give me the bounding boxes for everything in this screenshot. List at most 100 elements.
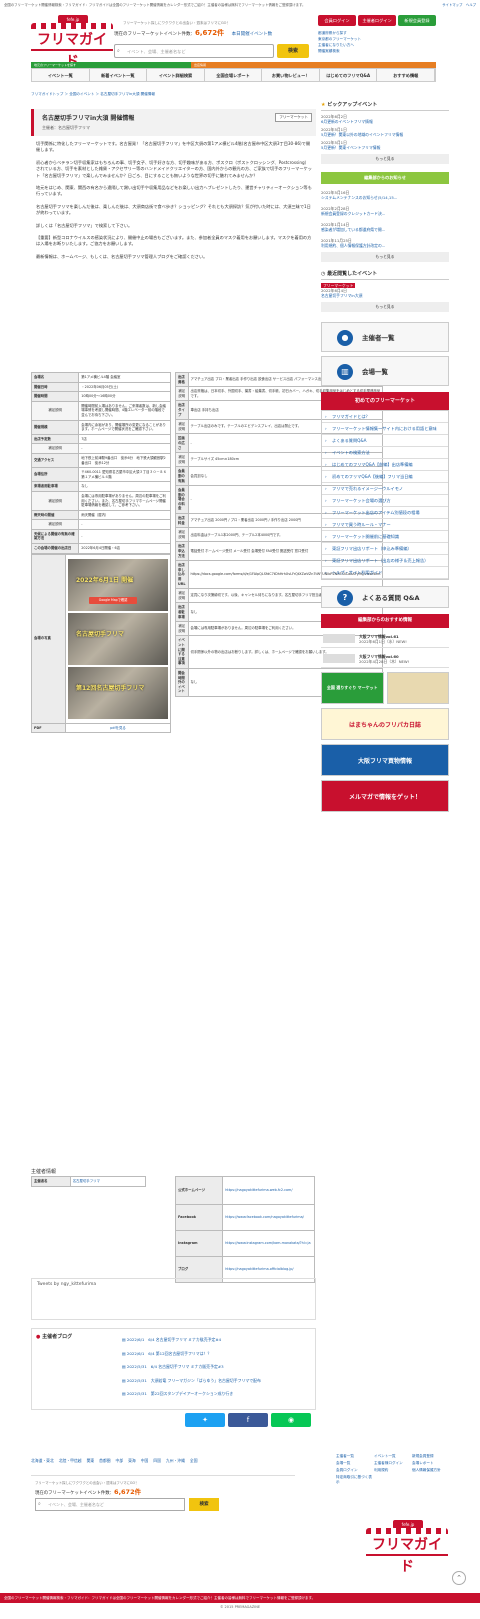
first-time-link[interactable]: はじめてのフリマQ&A【前編】出店準備編 — [322, 459, 448, 471]
top-links[interactable]: サイトマップ ヘルプ — [442, 2, 476, 7]
footer-region-link[interactable]: 関東 — [87, 1458, 95, 1464]
pickup-heading: ★ ピックアップイベント — [321, 101, 449, 111]
footer-link[interactable]: 個人情報保護方針 — [412, 1468, 448, 1473]
footer-region-link[interactable]: 中部 — [116, 1458, 124, 1464]
first-time-link[interactable]: 東証フリマ出店リポート（出店の様子＆売上報告） — [322, 555, 448, 567]
news-item[interactable]: 2022年5月16日 システムメンテナンスのお知らせ(5/14,15... — [321, 190, 449, 200]
pickup-item[interactable]: 2022年5月1日 5月更新！関東イベントフリマ情報 — [321, 140, 449, 150]
twitter-share-button[interactable]: ✦ — [185, 1413, 225, 1427]
first-time-link[interactable]: フリマで買う時ルール・マナー — [322, 519, 448, 531]
news-item[interactable]: 2021年11月25日 利用規約、個人情報保護方針改定の... — [321, 238, 449, 248]
first-time-link[interactable]: フリーマーケット会場の選び方 — [322, 495, 448, 507]
footer-count: 現在のフリーマーケットイベント件数：6,672件 — [35, 1488, 142, 1496]
pdf-link[interactable]: pdfを見る — [65, 722, 171, 734]
first-time-link[interactable]: フリーマーケット出店のアイテム別値段の相場 — [322, 507, 448, 519]
blog-item[interactable]: ▤ 2022/6/1 6/4 第12回名古屋切手フリマは！？ — [122, 1347, 312, 1361]
register-button[interactable]: 新規会員登録 — [398, 15, 436, 26]
footer-region-link[interactable]: 四国 — [153, 1458, 161, 1464]
footer-link[interactable]: 主催者一覧 — [336, 1454, 372, 1459]
nav-item-recommend[interactable]: おすすめ情報 — [377, 69, 436, 81]
today-events-link[interactable]: 本日開催イベント数 — [232, 32, 273, 37]
blog-item[interactable]: ▤ 2022/5/31 6/4 名古屋切手フリマ ミナカ販売予定#3 — [122, 1360, 312, 1374]
header-link[interactable]: 開催実績検索 — [318, 48, 448, 54]
footer-link[interactable]: 会場一覧 — [336, 1461, 372, 1466]
magazine-item[interactable]: 大阪フリマ情報vol.61 2022年6月1日（水）NEW! — [321, 631, 449, 648]
detail-label: 出店資格 — [175, 371, 189, 388]
nav-item-search[interactable]: イベント詳細検索 — [147, 69, 205, 81]
search-input[interactable]: イベント、会場、主催者名など — [114, 44, 274, 58]
blog-item[interactable]: ▤ 2022/6/1 6/4 名古屋切手フリマ ミナカ駄売予定#4 — [122, 1333, 312, 1347]
recent-item[interactable]: フリーマーケット 2022年6月4日 名古屋切手フリマin大須 — [321, 283, 449, 298]
pickup-more-button[interactable]: もっと見る — [321, 154, 449, 164]
footer-link[interactable]: 会場レポート — [412, 1461, 448, 1466]
footer-region-link[interactable]: 東海 — [128, 1458, 136, 1464]
venues-list-button[interactable]: ▥ 会場一覧 — [321, 356, 449, 386]
footer-region-link[interactable]: 九州・沖縄 — [166, 1458, 185, 1464]
banner-photo[interactable] — [386, 672, 449, 704]
news-more-button[interactable]: もっと見る — [321, 252, 449, 262]
news-item[interactable]: 2022年2月28日 新規会員登録のクレジットカード決... — [321, 206, 449, 216]
facebook-share-button[interactable]: f — [228, 1413, 268, 1427]
first-time-link[interactable]: フリマガイドとは？ — [322, 411, 448, 423]
footer-link[interactable]: 利用規約 — [374, 1468, 410, 1473]
pickup-item[interactable]: 2022年6月2日 6月更新のイベントフリマ情報 — [321, 114, 449, 124]
magazine-item[interactable]: 大阪フリマ情報vol.60 2022年4月28日（木）NEW! — [321, 651, 449, 668]
nav-item-reports[interactable]: 全国会場レポート — [205, 69, 263, 81]
first-time-link[interactable]: 東証フリマ出店リポート（申込み準備編） — [322, 543, 448, 555]
instagram-link[interactable]: https://www.instagram.com/kam-monakata/?… — [222, 1230, 315, 1257]
nav-item-new-events[interactable]: 新着イベント一覧 — [90, 69, 148, 81]
first-time-link[interactable]: イベントの検索方法 — [322, 447, 448, 459]
banner-select[interactable]: 全国 選りすぐり マーケット — [321, 672, 384, 704]
line-share-button[interactable]: ◉ — [271, 1413, 311, 1427]
recent-more-button[interactable]: もっと見る — [321, 302, 449, 312]
banner-hamachan[interactable]: はまちゃんのフリパカ日誌 — [321, 708, 449, 740]
event-description: 切手関係に特化したフリーマーケットです。名古屋発！「名古屋切手フリマ」を中区大須… — [36, 141, 312, 266]
venue-photo[interactable]: 第12回名古屋切手フリマ — [68, 666, 168, 719]
blog-item[interactable]: ▤ 2022/5/31 第22回スタンプデイアーオークション成り行き — [122, 1387, 312, 1401]
detail-row: 雨天時の開催 雨天開催（屋内） — [30, 509, 171, 521]
footer-region-link[interactable]: 首都圏 — [99, 1458, 110, 1464]
organizer-name-link[interactable]: 名古屋切手フリマ — [69, 1176, 147, 1187]
first-time-link[interactable]: 初めてのフリマQ&A【後編】フリマ当日編 — [322, 471, 448, 483]
first-time-link[interactable]: フリーマーケット情報集〜サイト内における用語と意味 — [322, 423, 448, 435]
footer-search-input[interactable]: イベント、会場、主催者名など — [35, 1498, 185, 1511]
breadcrumb[interactable]: フリマガイドトップ ＞ 全国のイベント ＞ 名古屋切手フリマin大須 開催情報 — [31, 92, 155, 97]
footer-logo[interactable]: fefe.jp フリマガイド — [366, 1520, 448, 1575]
faq-button[interactable]: ? よくある質問 Q&A — [321, 586, 449, 608]
first-time-link[interactable]: よくある質問Q&A — [322, 435, 448, 447]
footer-region-link[interactable]: 北海道・東北 — [31, 1458, 54, 1464]
footer-region-link[interactable]: 中国 — [141, 1458, 149, 1464]
member-login-button[interactable]: 会員ログイン — [318, 15, 356, 26]
footer-link[interactable]: 主催者様ログイン — [374, 1461, 410, 1466]
facebook-link[interactable]: https://www.facebook.com/nagoyakittefuri… — [222, 1204, 315, 1231]
footer-region-link[interactable]: 北陸・甲信越 — [59, 1458, 82, 1464]
nav-item-qa[interactable]: はじめてのフリマQ&A — [320, 69, 378, 81]
footer-search-button[interactable]: 検索 — [189, 1498, 219, 1511]
google-map-button[interactable]: Google Mapで確認 — [89, 597, 137, 604]
news-item[interactable]: 2022年1月14日 感染者が増加している都道府県で開... — [321, 222, 449, 232]
organizer-login-button[interactable]: 主催者ログイン — [358, 15, 396, 26]
blog-item[interactable]: ▤ 2022/5/31 大須若竜 フリーマガジン「ぱらゆう」名古屋切手フリマで配… — [122, 1374, 312, 1388]
footer-link[interactable]: 特定商取引に基づく表示 — [336, 1475, 372, 1485]
venue-photo[interactable]: 名古屋切手フリマ — [68, 612, 168, 665]
organizers-list-button[interactable]: ● 主催者一覧 — [321, 322, 449, 352]
homepage-link[interactable]: https://nagoyakittefurima.web.fc2.com/ — [222, 1176, 315, 1205]
search-button[interactable]: 検索 — [277, 44, 309, 58]
banner-osaka[interactable]: 大阪フリマ買物情報 — [321, 744, 449, 776]
detail-label: 補足説明 — [30, 490, 80, 511]
nav-item-reviews[interactable]: お買い物レビュー！ — [262, 69, 320, 81]
first-time-link[interactable]: フリマで売れるイメージ〜ウルイモノ — [322, 483, 448, 495]
first-time-link[interactable]: フリーマーケット開催前に基礎知識 — [322, 531, 448, 543]
scroll-top-button[interactable]: ⌃ — [452, 1571, 466, 1585]
first-time-link[interactable]: ヘルプ・サイト利用ガイド — [322, 567, 448, 579]
banner-mailmag[interactable]: メルマガで情報をゲット！ — [321, 780, 449, 812]
twitter-timeline[interactable]: Tweets by ngy_kittefurima — [31, 1278, 316, 1320]
footer-link[interactable]: 新規会員登録 — [412, 1454, 448, 1459]
footer-link[interactable]: イベント一覧 — [374, 1454, 410, 1459]
site-logo[interactable]: fefe.jp フリマガイド — [31, 15, 113, 70]
nav-item-events[interactable]: イベント一覧 — [32, 69, 90, 81]
logo-text: フリマガイド — [366, 1534, 448, 1575]
footer-link[interactable]: 会員ログイン — [336, 1468, 372, 1473]
footer-region-link[interactable]: 全国 — [190, 1458, 198, 1464]
pickup-item[interactable]: 2022年5月1日 5月更新！関東以外の地域のイベントフリマ情報 — [321, 127, 449, 137]
